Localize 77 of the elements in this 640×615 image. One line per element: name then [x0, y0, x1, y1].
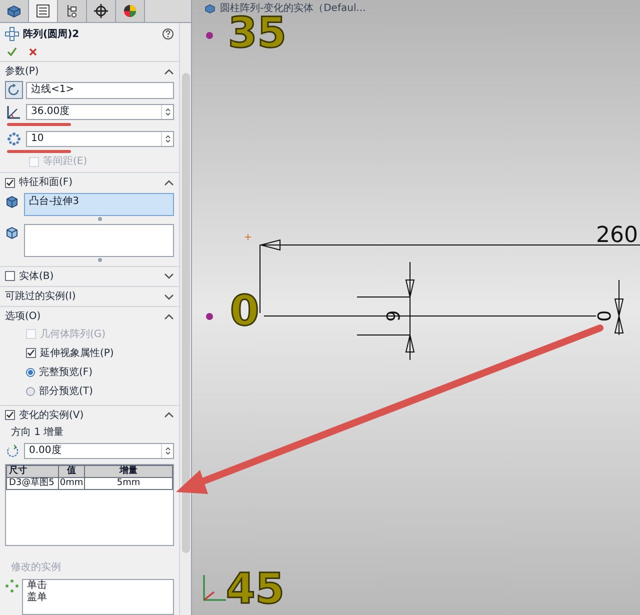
checkbox[interactable] [5, 410, 15, 420]
extruded-number: 45 [226, 568, 284, 610]
scrollbar[interactable] [179, 23, 191, 615]
tree-icon [65, 4, 79, 18]
tab[interactable] [58, 0, 87, 22]
extruded-number: 0 [230, 290, 260, 332]
list-text: 盖单 [27, 592, 48, 604]
column-header: 值 [58, 465, 84, 478]
tab[interactable] [0, 0, 29, 22]
resize-handle[interactable] [98, 258, 102, 262]
part-icon [6, 4, 22, 18]
angle-icon [6, 105, 22, 120]
underline-mark [7, 123, 71, 126]
radio-label: 完整预览(F) [39, 366, 93, 380]
dimension-value: 260 [596, 223, 638, 248]
checkbox-label: 几何体阵列(G) [40, 328, 106, 342]
resize-handle[interactable] [98, 216, 102, 221]
checkbox[interactable] [5, 271, 15, 282]
tab[interactable] [116, 0, 145, 22]
checkbox[interactable] [26, 348, 36, 358]
feature-title: 阵列(圆周)2 [23, 28, 80, 42]
section-title[interactable]: 参数(P) [5, 64, 39, 80]
chevron-up-icon[interactable] [164, 314, 174, 320]
spin-buttons[interactable] [161, 444, 173, 458]
help-icon [162, 28, 174, 40]
checkbox-label: 延伸视象属性(P) [40, 346, 114, 361]
group-label: 修改的实例 [10, 560, 62, 575]
rotate-icon [5, 81, 23, 100]
table-cell: D3@草图5 [6, 477, 58, 490]
increment-icon [5, 444, 21, 458]
spin-buttons[interactable] [161, 132, 173, 146]
tab[interactable] [87, 0, 116, 22]
checkbox[interactable] [5, 178, 15, 188]
input-field[interactable]: 36.00度 [26, 104, 174, 120]
chevron-down-icon[interactable] [164, 294, 174, 300]
color-wheel-icon [123, 4, 137, 18]
feature-icon [5, 194, 19, 209]
table-cell: 5mm [84, 477, 172, 490]
radio-label: 部分预览(T) [39, 384, 93, 399]
radio-button[interactable] [26, 386, 35, 396]
column-header: 增量 [84, 465, 172, 478]
tab[interactable] [29, 0, 58, 22]
crosshair-icon [94, 4, 108, 18]
chevron-up-icon[interactable] [164, 412, 174, 418]
count-icon [7, 132, 21, 146]
input-field[interactable]: 10 [26, 131, 174, 148]
section-title[interactable]: 选项(O) [5, 309, 41, 324]
spin-buttons[interactable] [161, 105, 173, 120]
instance-list[interactable]: 单击 盖单 [22, 578, 174, 615]
face-icon [5, 226, 19, 240]
column-header: 尺寸 [6, 465, 58, 478]
close-icon [29, 48, 37, 56]
table-cell: 0mm [58, 477, 84, 490]
underline-mark [7, 150, 71, 154]
list-icon [36, 4, 50, 18]
list-text: 单击 [27, 580, 48, 592]
checkmark-icon [7, 47, 17, 56]
section-title[interactable]: 变化的实例(V) [19, 408, 84, 423]
section-title[interactable]: 可跳过的实例(I) [5, 289, 76, 304]
pattern-icon [5, 27, 19, 42]
radio-button[interactable] [26, 368, 35, 377]
input-field[interactable]: 0.00度 [24, 442, 174, 459]
checkbox-label: 等间距(E) [43, 155, 88, 170]
direction-label: 方向 1 增量 [10, 426, 65, 440]
origin-icon [244, 234, 252, 240]
part-icon [204, 3, 216, 14]
chevron-up-icon[interactable] [164, 180, 174, 186]
feature-list[interactable]: 凸台-拉伸3 [24, 192, 174, 216]
section-title[interactable]: 实体(B) [19, 268, 54, 284]
coordinate-axes-icon [203, 575, 226, 601]
face-list[interactable] [24, 224, 174, 257]
dots-icon [5, 578, 19, 593]
input-field[interactable]: 边线<1> [26, 82, 174, 99]
chevron-up-icon[interactable] [164, 68, 174, 75]
section-title[interactable]: 特征和面(F) [19, 175, 73, 190]
dimension-value: 0 [592, 310, 614, 322]
chevron-down-icon[interactable] [164, 273, 174, 280]
